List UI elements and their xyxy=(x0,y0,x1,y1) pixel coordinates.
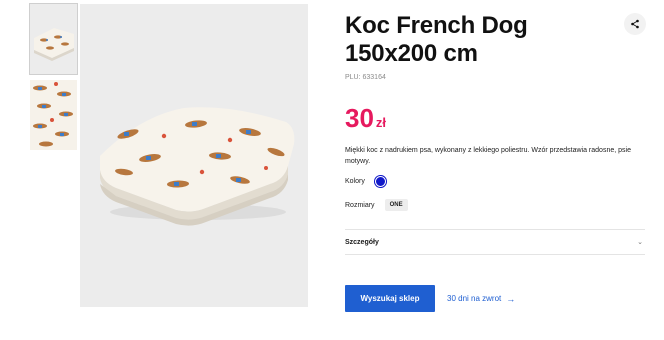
blanket-folded-icon xyxy=(30,4,77,74)
thumbnail-pattern[interactable] xyxy=(30,80,77,150)
product-description: Miękki koc z nadrukiem psa, wykonany z l… xyxy=(345,147,631,165)
share-icon xyxy=(631,19,639,29)
price-currency: zł xyxy=(375,115,387,130)
product-price: 30 zł xyxy=(345,105,645,131)
price-amount: 30 xyxy=(345,103,374,133)
thumbnail-list xyxy=(29,3,78,156)
share-button[interactable] xyxy=(624,13,646,35)
details-label: Szczegóły xyxy=(345,238,379,246)
sizes-row: Rozmiary ONE xyxy=(345,199,645,211)
return-policy-link[interactable]: 30 dni na zwrot → xyxy=(447,294,515,304)
sizes-label: Rozmiary xyxy=(345,201,375,209)
details-accordion[interactable]: Szczegóły ⌄ xyxy=(345,229,645,255)
folded-blanket-image xyxy=(80,4,308,307)
blanket-pattern-icon xyxy=(30,80,77,150)
arrow-right-icon: → xyxy=(506,293,516,304)
product-title: Koc French Dog 150x200 cm xyxy=(345,12,528,67)
colors-row: Kolory xyxy=(345,176,645,187)
thumbnail-folded-blanket[interactable] xyxy=(29,3,78,75)
size-option-one[interactable]: ONE xyxy=(384,199,408,211)
actions-row: Wyszukaj sklep 30 dni na zwrot → xyxy=(345,285,645,312)
return-policy-label: 30 dni na zwrot xyxy=(447,294,502,303)
find-store-button[interactable]: Wyszukaj sklep xyxy=(345,285,435,312)
color-swatch-blue[interactable] xyxy=(374,176,386,187)
product-plu: PLU: 633164 xyxy=(345,74,386,81)
product-info: Koc French Dog 150x200 cm PLU: 633164 30… xyxy=(345,12,646,312)
colors-label: Kolory xyxy=(345,178,365,185)
product-main-image[interactable] xyxy=(80,4,308,307)
chevron-down-icon: ⌄ xyxy=(637,239,643,246)
